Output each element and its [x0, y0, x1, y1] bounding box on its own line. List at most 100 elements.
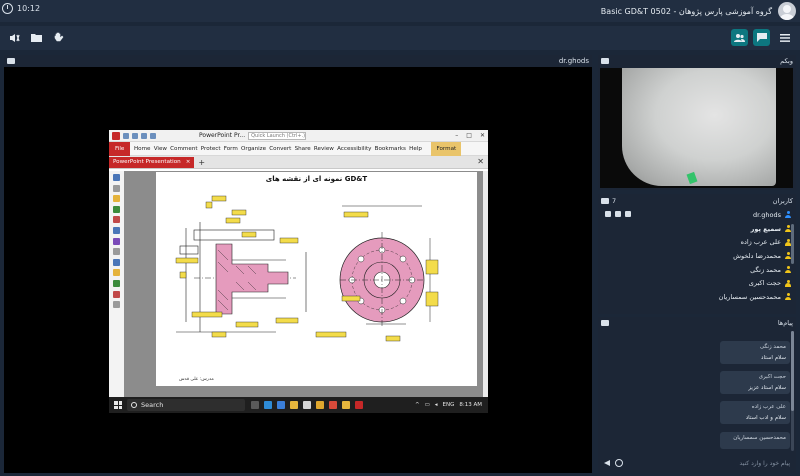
network-icon: ▭	[424, 402, 430, 408]
messages-scrollbar[interactable]	[791, 331, 794, 451]
app-logo-icon	[112, 131, 120, 140]
chat-message: حجت اکبری سلام استاد عزیز	[720, 371, 790, 394]
document-tab-label: PowerPoint Presentation	[113, 159, 181, 165]
participant-name: محمدرضا دلخوش	[733, 251, 781, 260]
user-icon	[785, 293, 791, 301]
messages-label: پیام‌ها	[777, 319, 793, 327]
shared-screen: PowerPoint Pr... Quick Launch (Ctrl+.) –…	[109, 130, 488, 413]
comment-icon	[113, 216, 120, 224]
close-icon: ✕	[479, 132, 485, 139]
participant-name: محمدحسین سمساریان	[718, 292, 781, 301]
webcam-panel: وبکم	[598, 55, 796, 190]
participant-name: dr.ghods	[752, 210, 781, 219]
users-count-icon	[601, 197, 609, 204]
tray-chevron-icon: ^	[414, 402, 420, 408]
participant-name: حجت اکبری	[748, 279, 781, 288]
user-icon	[785, 266, 791, 274]
quick-mail-icon	[150, 132, 156, 139]
taskbar-search: Search	[127, 399, 245, 411]
send-icon[interactable]	[604, 460, 610, 466]
message-list: محمد زنگی سلام استاد حجت اکبری سلام استا…	[598, 331, 796, 455]
ribbon-tab-file: File	[109, 141, 131, 156]
participant-count-wrap: 7	[601, 197, 616, 205]
messages-panel: پیام‌ها محمد زنگی سلام استاد حجت اکبری س…	[598, 317, 796, 473]
quick-folder-icon	[123, 132, 129, 139]
fields-icon	[113, 258, 120, 266]
toolbar	[0, 26, 800, 50]
taskbar-search-label: Search	[141, 401, 164, 409]
ribbon-tab-convert: Convert	[269, 145, 292, 152]
list-item[interactable]: محمدحسین سمساریان	[598, 290, 796, 304]
screen-icon	[7, 58, 15, 64]
pdf-title-bar: PowerPoint Pr... Quick Launch (Ctrl+.) –…	[109, 130, 488, 142]
store-icon	[277, 401, 285, 409]
participants-scrollbar[interactable]	[791, 224, 794, 264]
ribbon-tab-accessibility: Accessibility	[337, 145, 372, 152]
chat-panel-toggle[interactable]	[753, 29, 770, 46]
message-input[interactable]: پیام خود را وارد کنید	[740, 460, 790, 467]
session-time: 10:12	[17, 4, 41, 13]
list-item[interactable]: علی عرب زاده	[598, 235, 796, 249]
measure-icon	[113, 290, 120, 298]
hand-tool-icon	[113, 184, 120, 192]
message-sender: علی عرب زاده	[751, 404, 786, 410]
message-text: سلام استاد عزیز	[748, 385, 786, 391]
slide-page: نمونه ای از نقشه های GD&T مدرس: علی قدس	[156, 172, 477, 386]
windows-start-icon	[114, 401, 122, 409]
tray-time: 8:13 AM	[459, 402, 482, 408]
files-button[interactable]	[28, 29, 45, 46]
room-header: Basic GD&T 0502 - گروه آموزشی پارس پژوها…	[601, 2, 796, 20]
left-tool-strip	[109, 171, 124, 397]
menu-icon	[779, 33, 790, 42]
clock-icon	[2, 3, 13, 14]
ribbon-tab-share: Share	[294, 145, 311, 152]
raise-hand-button[interactable]	[50, 29, 67, 46]
message-composer: پیام خود را وارد کنید	[601, 456, 793, 470]
stamp-icon	[113, 269, 120, 277]
list-item[interactable]: حجت اکبری	[598, 276, 796, 290]
list-item[interactable]: محمد زنگی	[598, 263, 796, 277]
attachment-icon	[113, 205, 120, 213]
participant-count: 7	[612, 196, 617, 205]
document-tabs: PowerPoint Presentation × + ✕	[109, 156, 488, 169]
ribbon-tab-bookmarks: Bookmarks	[374, 145, 406, 152]
ribbon-tab-view: View	[153, 145, 167, 152]
thumbnail-icon	[113, 174, 120, 181]
participants-panel: 7 کاربران dr.ghods سمیع پور علی عرب زاده…	[598, 194, 796, 314]
ribbon-tab-comment: Comment	[170, 145, 198, 152]
top-bar: 10:12 Basic GD&T 0502 - گروه آموزشی پارس…	[0, 0, 800, 22]
ribbon-tab-review: Review	[313, 145, 334, 152]
video-icon[interactable]	[615, 211, 621, 217]
list-item[interactable]: محمدرضا دلخوش	[598, 249, 796, 263]
participant-list: dr.ghods سمیع پور علی عرب زاده محمدرضا د…	[598, 208, 796, 304]
settings-tool-icon	[113, 301, 120, 309]
media-icon	[303, 401, 311, 409]
ribbon-tab-home: Home	[133, 145, 151, 152]
user-icon	[785, 279, 791, 287]
main-panel-header: dr.ghods	[4, 55, 592, 67]
doc-close-icon: ✕	[477, 157, 484, 166]
chat-message: محمد زنگی سلام استاد	[720, 341, 790, 364]
screen-share-icon[interactable]	[625, 211, 631, 217]
taskbar-apps	[251, 401, 363, 409]
layers-icon	[113, 226, 120, 234]
minimize-icon: –	[455, 132, 459, 139]
menu-button[interactable]	[776, 29, 793, 46]
volume-button[interactable]	[6, 29, 23, 46]
list-item[interactable]: dr.ghods	[598, 208, 796, 222]
participant-name: سمیع پور	[750, 224, 781, 233]
webcam-header: وبکم	[598, 55, 796, 67]
edge-icon	[264, 401, 272, 409]
maximize-icon: □	[466, 132, 472, 139]
search-icon	[131, 402, 137, 408]
new-tab-icon: +	[198, 158, 206, 167]
avatar[interactable]	[778, 2, 796, 20]
signature-icon	[113, 237, 120, 245]
presenter-name: dr.ghods	[558, 57, 589, 65]
chat-message: محمدحسین سمساریان	[720, 432, 790, 449]
users-panel-toggle[interactable]	[731, 29, 748, 46]
pdf-app-icon	[355, 401, 363, 409]
mic-icon[interactable]	[605, 211, 611, 217]
emoji-icon[interactable]	[615, 459, 623, 467]
list-item[interactable]: سمیع پور	[598, 222, 796, 236]
